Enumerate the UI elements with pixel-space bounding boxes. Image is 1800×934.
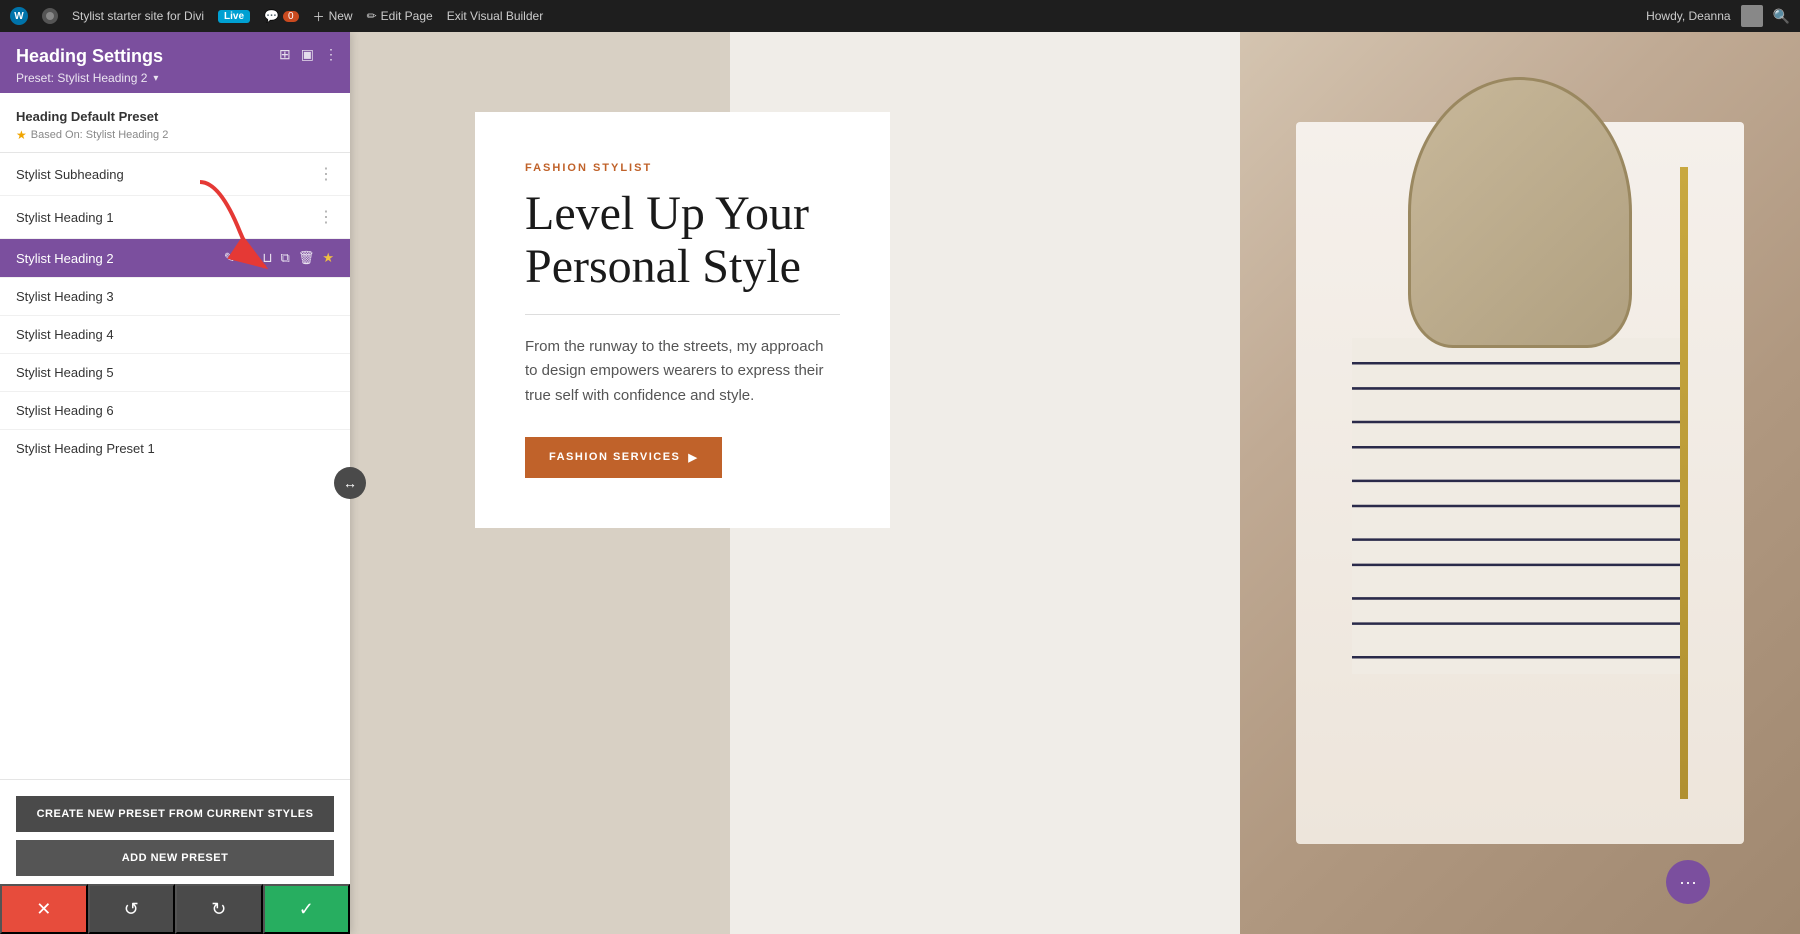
hat-visual — [1408, 77, 1632, 348]
howdy-text: Howdy, Deanna — [1646, 9, 1731, 23]
save-icon: ✓ — [299, 899, 314, 920]
user-avatar[interactable] — [1741, 5, 1763, 27]
content-card: FASHION STYLIST Level Up Your Personal S… — [475, 112, 890, 528]
cancel-icon: ✕ — [36, 899, 51, 920]
preset-item-heading5[interactable]: Stylist Heading 5 — [0, 354, 350, 392]
admin-bar-left: W Stylist starter site for Divi Live 💬 0… — [10, 7, 1630, 25]
preset-item-label: Stylist Heading 3 — [16, 289, 114, 304]
cta-label: FASHION SERVICES — [549, 451, 680, 463]
preset-item-heading1[interactable]: Stylist Heading 1 ⋮ — [0, 196, 350, 239]
preset-item-label: Stylist Subheading — [16, 167, 124, 182]
based-on-label: Based On: Stylist Heading 2 — [31, 129, 169, 141]
rack-bar — [1680, 167, 1688, 798]
redo-button[interactable]: ↻ — [175, 884, 263, 934]
admin-bar-right: Howdy, Deanna 🔍 — [1646, 5, 1790, 27]
preset-item-label: Stylist Heading 6 — [16, 403, 114, 418]
preset-three-dots-icon[interactable]: ⋮ — [318, 164, 334, 184]
preset-item-heading4[interactable]: Stylist Heading 4 — [0, 316, 350, 354]
save-button[interactable]: ✓ — [263, 884, 351, 934]
hero-description: From the runway to the streets, my appro… — [525, 335, 840, 409]
preset-item-heading2[interactable]: Stylist Heading 2 ✎ ⚙ ⊔ ⧉ 🗑 ★ — [0, 239, 350, 278]
preset-item-subheading[interactable]: Stylist Subheading ⋮ — [0, 153, 350, 196]
panel-buttons: CREATE NEW PRESET FROM CURRENT STYLES AD… — [0, 779, 350, 892]
hero-divider — [525, 314, 840, 315]
star-icon: ★ — [16, 128, 27, 142]
photo-background — [1240, 32, 1800, 934]
redo-icon: ↻ — [211, 899, 226, 920]
settings-icon[interactable]: ⚙ — [243, 250, 255, 266]
preset-item-label: Stylist Heading 2 — [16, 251, 114, 266]
preset-three-dots-icon[interactable]: ⋮ — [318, 207, 334, 227]
comment-icon[interactable]: 💬 0 — [264, 9, 299, 23]
fashion-services-button[interactable]: FASHION SERVICES ▶ — [525, 437, 722, 478]
panel-header: Heading Settings Preset: Stylist Heading… — [0, 32, 350, 93]
preset-current-label[interactable]: Preset: Stylist Heading 2 — [16, 71, 147, 85]
delete-icon[interactable]: 🗑 — [298, 250, 315, 266]
panel-header-icons: ⊞ ▣ ⋮ — [279, 46, 338, 63]
builder-bar: ✕ ↺ ↻ ✓ — [0, 884, 350, 934]
admin-bar: W Stylist starter site for Divi Live 💬 0… — [0, 0, 1800, 32]
preset-caret-icon: ▾ — [153, 73, 158, 84]
panel-layout-icon[interactable]: ▣ — [301, 46, 314, 63]
undo-icon: ↺ — [124, 899, 139, 920]
preset-row: Preset: Stylist Heading 2 ▾ — [16, 71, 334, 85]
cancel-builder-button[interactable]: ✕ — [0, 884, 88, 934]
site-name[interactable]: Stylist starter site for Divi — [72, 9, 204, 23]
preset-item-label: Stylist Heading 4 — [16, 327, 114, 342]
preset-list: Stylist Subheading ⋮ Stylist Heading 1 ⋮… — [0, 153, 350, 467]
duplicate-icon[interactable]: ⧉ — [281, 250, 290, 266]
preset-item-label: Stylist Heading Preset 1 — [16, 441, 155, 456]
fashion-tag: FASHION STYLIST — [525, 162, 840, 174]
preset-item-heading3[interactable]: Stylist Heading 3 — [0, 278, 350, 316]
purple-action-button[interactable]: ··· — [1666, 860, 1710, 904]
default-preset-title: Heading Default Preset — [16, 109, 334, 124]
right-content: FASHION STYLIST Level Up Your Personal S… — [350, 32, 1800, 934]
search-icon[interactable]: 🔍 — [1773, 8, 1790, 25]
preset-item-actions: ✎ ⚙ ⊔ ⧉ 🗑 ★ — [224, 250, 334, 266]
undo-button[interactable]: ↺ — [88, 884, 176, 934]
photo-area: ··· — [1240, 32, 1800, 934]
wp-logo-icon[interactable]: W — [10, 7, 28, 25]
edit-icon[interactable]: ✎ — [224, 250, 235, 266]
edit-page-button[interactable]: ✏ Edit Page — [367, 9, 433, 23]
default-preset-section: Heading Default Preset ★ Based On: Styli… — [0, 93, 350, 153]
new-menu-item[interactable]: ＋ New — [313, 8, 353, 25]
favorite-icon[interactable]: ★ — [322, 250, 334, 266]
preset-dropdown: Heading Default Preset ★ Based On: Styli… — [0, 93, 350, 779]
drag-handle[interactable]: ↔ — [334, 467, 366, 499]
cta-arrow-icon: ▶ — [688, 451, 698, 464]
left-panel: Heading Settings Preset: Stylist Heading… — [0, 32, 350, 934]
preset-item-preset1[interactable]: Stylist Heading Preset 1 — [0, 430, 350, 467]
preset-item-heading6[interactable]: Stylist Heading 6 — [0, 392, 350, 430]
fullscreen-icon[interactable]: ⊞ — [279, 46, 291, 63]
drag-handle-icon: ↔ — [343, 475, 357, 491]
create-preset-button[interactable]: CREATE NEW PRESET FROM CURRENT STYLES — [16, 796, 334, 832]
comment-count: 0 — [283, 11, 299, 22]
default-preset-based: ★ Based On: Stylist Heading 2 — [16, 128, 334, 142]
site-logo-icon — [42, 8, 58, 24]
panel-more-icon[interactable]: ⋮ — [324, 46, 338, 63]
main-layout: Heading Settings Preset: Stylist Heading… — [0, 32, 1800, 934]
hero-heading: Level Up Your Personal Style — [525, 188, 840, 294]
preset-item-label: Stylist Heading 1 — [16, 210, 114, 225]
exit-builder-button[interactable]: Exit Visual Builder — [447, 9, 544, 23]
assign-icon[interactable]: ⊔ — [262, 250, 272, 266]
preset-item-label: Stylist Heading 5 — [16, 365, 114, 380]
more-options-icon: ··· — [1679, 872, 1697, 893]
live-badge: Live — [218, 10, 250, 23]
add-preset-button[interactable]: ADD NEW PRESET — [16, 840, 334, 876]
